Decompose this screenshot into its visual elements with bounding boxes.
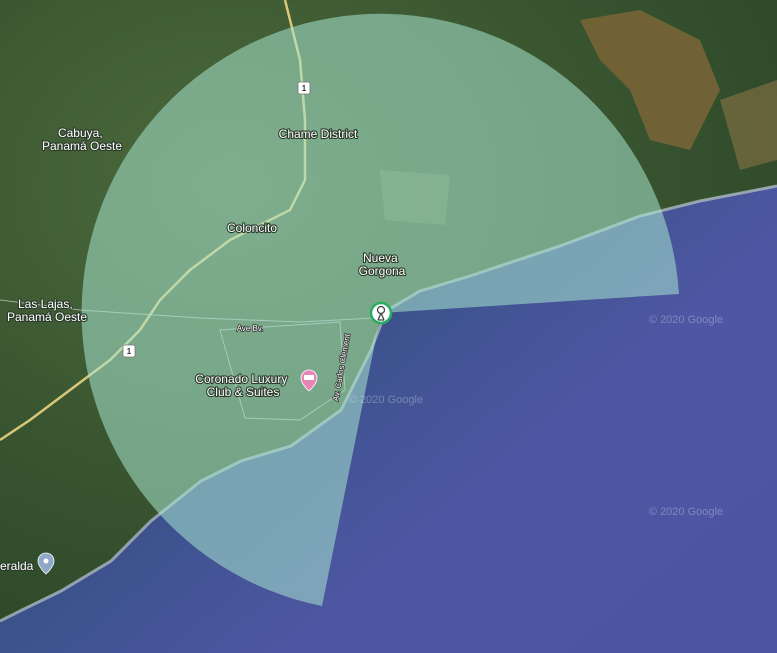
road-label-ave-bv: Ave Bv. xyxy=(237,324,264,333)
satellite-map[interactable]: 1 1 Cabuya, Panamá Oeste Chame District … xyxy=(0,0,777,653)
svg-text:1: 1 xyxy=(127,347,132,356)
place-label-chame: Chame District xyxy=(279,127,358,141)
center-marker[interactable] xyxy=(369,301,393,325)
google-watermark: © 2020 Google xyxy=(649,506,723,518)
google-watermark: © 2020 Google xyxy=(649,314,723,326)
place-label-las-lajas: Las Lajas, Panamá Oeste xyxy=(7,297,87,324)
route-shield: 1 xyxy=(297,81,311,95)
route-shield: 1 xyxy=(122,344,136,358)
google-watermark: © 2020 Google xyxy=(349,394,423,406)
place-label-esmeralda: eralda xyxy=(0,559,34,573)
place-label-coloncito: Coloncito xyxy=(227,221,277,235)
svg-text:1: 1 xyxy=(302,84,307,93)
place-label-nueva-gorgona: Nueva Gorgona xyxy=(359,251,406,278)
poi-label-coronado[interactable]: Coronado Luxury Club & Suites xyxy=(194,371,290,400)
